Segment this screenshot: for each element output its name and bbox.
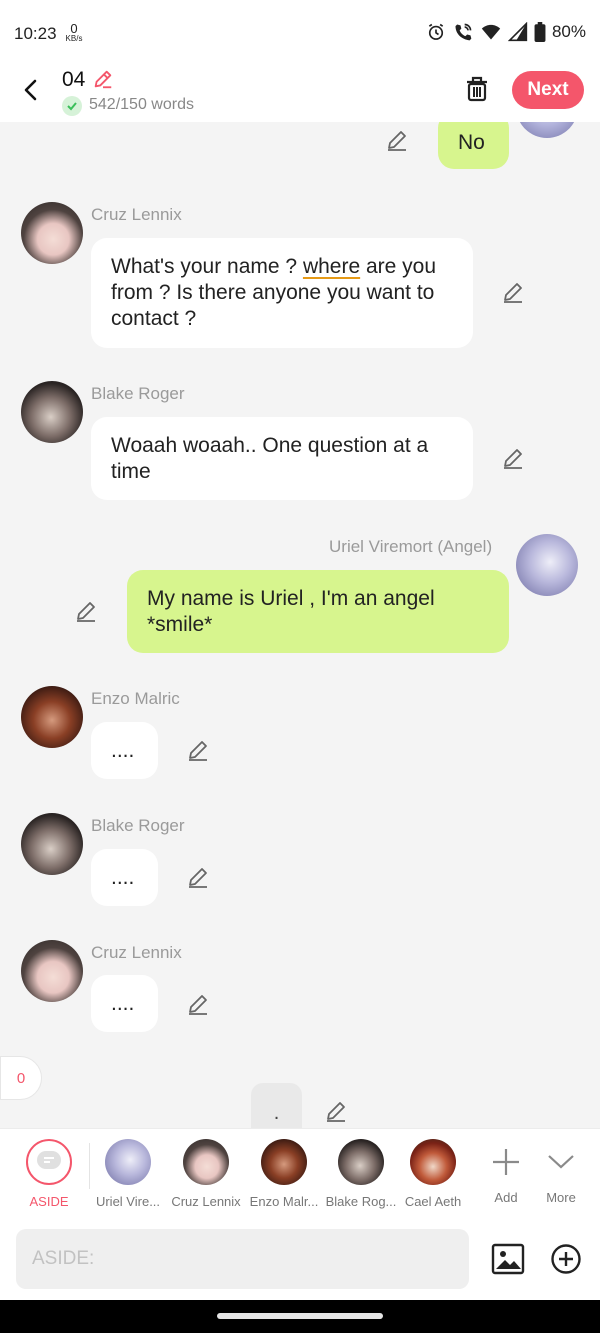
character-name: Cruz Lennix	[91, 943, 182, 962]
character-label: Cruz Lennix	[171, 1194, 241, 1209]
message-text: My name is Uriel , I'm an angel *smile*	[147, 587, 435, 636]
avatar-cruz-lennix[interactable]	[21, 202, 83, 264]
wifi-icon	[481, 24, 501, 40]
character-avatar	[410, 1139, 456, 1185]
message-bubble[interactable]: ....	[91, 722, 158, 779]
character-name: Blake Roger	[91, 816, 185, 835]
character-avatar	[105, 1139, 151, 1185]
more-label: More	[546, 1190, 576, 1205]
message-text: What's your name ? where are you from ? …	[111, 255, 437, 330]
message-text: ....	[111, 866, 135, 889]
trash-icon[interactable]	[462, 74, 492, 104]
character-label: ASIDE	[29, 1194, 69, 1209]
message-bubble[interactable]: ....	[91, 849, 158, 906]
next-button[interactable]: Next	[512, 71, 584, 109]
character-label: Cael Aeth	[404, 1194, 462, 1209]
plus-icon	[493, 1149, 519, 1175]
avatar-blake-roger[interactable]	[21, 381, 83, 443]
editor-header: 04 542/150 words Next	[0, 66, 600, 122]
add-label: Add	[494, 1190, 518, 1205]
title-pencil-edit-icon[interactable]	[92, 68, 114, 90]
pencil-edit-icon[interactable]	[501, 446, 525, 470]
pencil-edit-icon[interactable]	[385, 128, 409, 152]
composer	[0, 1220, 600, 1300]
aside-chat-icon	[26, 1139, 72, 1185]
message-bubble[interactable]: No	[438, 122, 509, 169]
system-nav-bar	[0, 1300, 600, 1333]
avatar-blake-roger[interactable]	[21, 813, 83, 875]
battery-level: 80%	[551, 22, 586, 41]
character-uriel-viremort[interactable]: Uriel Vire...	[91, 1139, 165, 1209]
alarm-icon	[428, 23, 444, 40]
pencil-edit-icon[interactable]	[186, 738, 210, 762]
character-cael-aeth[interactable]: Cael Aeth	[401, 1139, 465, 1209]
character-name: Cruz Lennix	[91, 205, 182, 224]
status-time: 10:23	[14, 24, 57, 43]
character-name: Uriel Viremort (Angel)	[329, 537, 493, 556]
pencil-edit-icon[interactable]	[186, 865, 210, 889]
character-avatar	[261, 1139, 307, 1185]
home-indicator[interactable]	[217, 1313, 383, 1319]
avatar-uriel-viremort[interactable]	[516, 534, 578, 596]
character-avatar	[338, 1139, 384, 1185]
character-blake-roger[interactable]: Blake Rog...	[324, 1139, 398, 1209]
image-icon[interactable]	[491, 1242, 525, 1276]
message-text: Woaah woaah.. One question at a time	[111, 434, 429, 483]
net-speed-unit: KB/s	[65, 34, 83, 43]
message-text: No	[458, 131, 485, 154]
word-count: 542/150 words	[89, 96, 194, 113]
character-label: Enzo Malr...	[249, 1194, 319, 1209]
message-text: .	[273, 1101, 280, 1124]
add-character-button[interactable]: Add	[478, 1139, 534, 1205]
chevron-down-icon	[548, 1155, 574, 1169]
pencil-edit-icon[interactable]	[501, 280, 525, 304]
pencil-edit-icon[interactable]	[74, 599, 98, 623]
unread-counter-badge[interactable]: 0	[0, 1056, 42, 1100]
message-bubble[interactable]: What's your name ? where are you from ? …	[91, 238, 473, 348]
status-bar: 10:23 0 KB/s 80%	[0, 0, 600, 66]
avatar-cruz-lennix[interactable]	[21, 940, 83, 1002]
character-label: Uriel Vire...	[95, 1194, 161, 1209]
message-text: ....	[111, 739, 135, 762]
character-avatar	[183, 1139, 229, 1185]
back-arrow-icon[interactable]	[18, 76, 46, 104]
character-label: Blake Rog...	[325, 1194, 397, 1209]
net-speed-indicator: 0 KB/s	[62, 22, 86, 43]
avatar-uriel-viremort[interactable]	[516, 122, 578, 138]
battery-icon	[534, 22, 546, 42]
chat-area: No Cruz Lennix What's your name ? where …	[0, 122, 600, 1128]
character-aside[interactable]: ASIDE	[12, 1139, 86, 1209]
character-name: Blake Roger	[91, 384, 185, 403]
call-wifi-icon	[455, 23, 472, 41]
pencil-edit-icon[interactable]	[324, 1099, 348, 1123]
spellcheck-underline: where	[302, 255, 361, 278]
message-bubble[interactable]: ....	[91, 975, 158, 1032]
message-bubble[interactable]: My name is Uriel , I'm an angel *smile*	[127, 570, 509, 653]
avatar-enzo-malric[interactable]	[21, 686, 83, 748]
message-bubble[interactable]: Woaah woaah.. One question at a time	[91, 417, 473, 500]
signal-icon	[507, 22, 528, 42]
message-text: ....	[111, 992, 135, 1015]
character-selector-bar: ASIDE Uriel Vire... Cruz Lennix Enzo Mal…	[0, 1128, 600, 1221]
pencil-edit-icon[interactable]	[186, 992, 210, 1016]
story-title: 04	[62, 68, 86, 91]
check-icon	[62, 96, 82, 116]
character-name: Enzo Malric	[91, 689, 180, 708]
aside-input[interactable]	[16, 1229, 469, 1289]
character-cruz-lennix[interactable]: Cruz Lennix	[169, 1139, 243, 1209]
divider	[89, 1143, 90, 1189]
character-enzo-malric[interactable]: Enzo Malr...	[247, 1139, 321, 1209]
status-icons: 80%	[426, 22, 586, 42]
more-characters-button[interactable]: More	[534, 1139, 588, 1205]
add-circle-icon[interactable]	[549, 1242, 583, 1276]
